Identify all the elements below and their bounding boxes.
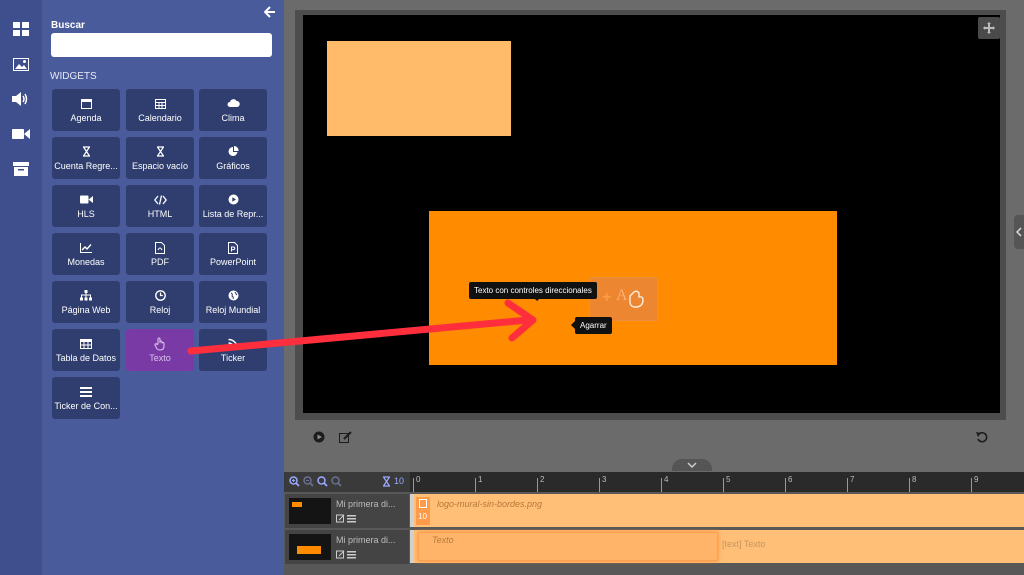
ruler-tick (537, 478, 538, 492)
zoom-out-icon[interactable] (303, 476, 314, 487)
controls-bar (295, 423, 1006, 449)
ruler-tick (723, 478, 724, 492)
row-actions-icons[interactable] (336, 514, 358, 523)
ruler-tick-label: 3 (602, 475, 607, 484)
ruler-tick-label: 7 (850, 475, 855, 484)
ruler-tick-label: 2 (540, 475, 545, 484)
ruler-tick (599, 478, 600, 492)
text-item-block[interactable] (418, 532, 718, 561)
hourglass-icon (383, 476, 390, 487)
collapse-toggle[interactable] (672, 459, 712, 471)
ruler-tick (971, 478, 972, 492)
timeline-ruler (410, 472, 1024, 492)
ruler-tick (475, 478, 476, 492)
edit-icon[interactable] (339, 430, 352, 443)
ruler-tick-label: 1 (478, 475, 483, 484)
ruler-tick-label: 5 (726, 475, 731, 484)
ruler-tick (413, 478, 414, 492)
ruler-tick (661, 478, 662, 492)
ruler-tick-label: 8 (912, 475, 917, 484)
play-icon[interactable] (313, 430, 325, 443)
ruler-tick-label: 9 (974, 475, 979, 484)
item-label: logo-mural-sin-bordes.png (437, 499, 543, 509)
zoom-in-icon[interactable] (289, 476, 300, 487)
item-label: Texto (432, 535, 454, 545)
zoom-fit-icon[interactable] (317, 476, 328, 487)
ruler-tick-label: 6 (788, 475, 793, 484)
timeline-duration: 10 (394, 476, 405, 486)
row-thumbnail (289, 534, 331, 560)
track-handle[interactable] (410, 530, 414, 563)
track-handle[interactable] (410, 494, 414, 527)
ruler-tick (847, 478, 848, 492)
ruler-tick-label: 0 (416, 475, 421, 484)
undo-icon[interactable] (976, 430, 988, 443)
zoom-reset-icon[interactable] (331, 476, 342, 487)
row-name: Mi primera di... (336, 499, 396, 509)
row-thumbnail (289, 498, 331, 524)
item-secondary-label: [text] Texto (722, 539, 766, 549)
ruler-tick (785, 478, 786, 492)
timeline-toolbar: 10 (284, 472, 410, 492)
row-actions-icons[interactable] (336, 550, 358, 559)
item-duration: 10 (418, 512, 427, 521)
item-badge: 10 (416, 497, 430, 525)
ruler-tick (909, 478, 910, 492)
ruler-tick-label: 4 (664, 475, 669, 484)
row-name: Mi primera di... (336, 535, 396, 545)
